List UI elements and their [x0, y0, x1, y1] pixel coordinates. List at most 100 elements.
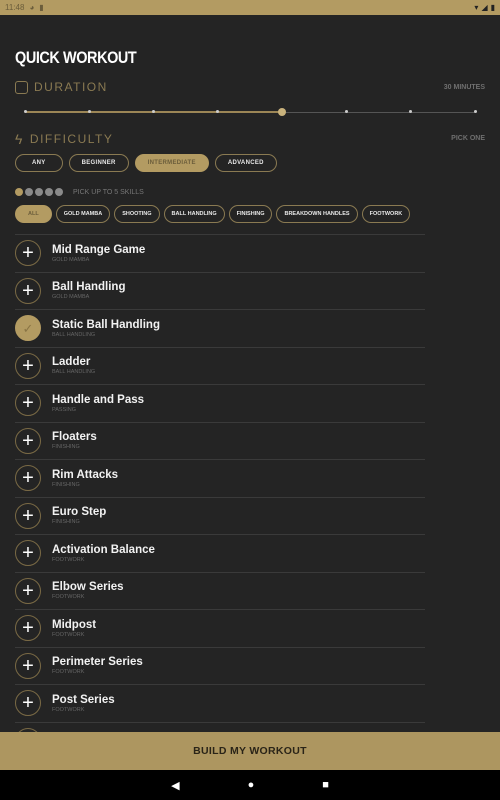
list-item[interactable]: + Post Series FOOTWORK	[15, 684, 425, 722]
skill-counter: PICK UP TO 5 SKILLS	[15, 188, 144, 196]
list-item[interactable]: + Midpost FOOTWORK	[15, 609, 425, 647]
plus-icon[interactable]: +	[15, 240, 41, 267]
list-item[interactable]: + Floaters FINISHING	[15, 421, 425, 460]
list-item[interactable]: + Handle and Pass PASSING	[15, 384, 425, 422]
list-item[interactable]: + Mid Range Game GOLD MAMBA	[15, 234, 425, 272]
drill-category: GOLD MAMBA	[52, 256, 90, 263]
difficulty-chip[interactable]: BEGINNER	[68, 154, 129, 172]
battery-icon: ▮	[490, 3, 495, 12]
status-bar: 11:48 ◕ ▮ ▾ ◢ ▮	[0, 0, 500, 15]
drill-name: Post Series	[52, 693, 115, 706]
plus-icon[interactable]: +	[15, 615, 41, 642]
skill-filter-chip[interactable]: ALL	[15, 205, 52, 223]
recents-icon[interactable]: ■	[322, 779, 329, 791]
difficulty-chip[interactable]: ADVANCED	[214, 154, 277, 172]
plus-icon[interactable]: +	[15, 652, 41, 679]
slider-stop	[87, 110, 91, 113]
skill-slot-dot	[55, 188, 63, 196]
difficulty-header: ϟ DIFFICULTY	[15, 131, 113, 147]
drill-category: FINISHING	[52, 444, 80, 451]
drill-text: Rim Attacks FINISHING	[52, 469, 118, 488]
plus-icon[interactable]: +	[15, 465, 41, 492]
drill-name: Static Ball Handling	[52, 318, 160, 331]
drill-text: Activation Balance FOOTWORK	[52, 544, 155, 563]
difficulty-hint: PICK ONE	[451, 135, 485, 142]
drill-name: Ladder	[52, 356, 91, 369]
drill-text: Perimeter Series FOOTWORK	[52, 656, 143, 675]
list-item[interactable]: + Perimeter Series FOOTWORK	[15, 646, 425, 685]
list-item-partial	[15, 721, 425, 732]
skill-slot-dot	[35, 188, 43, 196]
duration-value: 30 MINUTES	[443, 84, 485, 91]
list-item[interactable]: + Rim Attacks FINISHING	[15, 459, 425, 497]
slider-thumb[interactable]	[278, 108, 287, 116]
skill-slot-dot	[45, 188, 53, 196]
plus-icon[interactable]: +	[15, 502, 41, 529]
skill-slot-dot	[25, 188, 33, 196]
difficulty-options: ANY BEGINNER INTERMEDIATE ADVANCED	[15, 154, 277, 172]
difficulty-chip[interactable]: INTERMEDIATE	[134, 154, 209, 172]
skill-filter-chip[interactable]: BALL HANDLING	[163, 205, 225, 223]
slider-stop	[23, 110, 27, 113]
skill-filter-chip[interactable]: FINISHING	[228, 205, 273, 223]
drill-name: Activation Balance	[52, 543, 155, 556]
drill-category: FOOTWORK	[52, 594, 85, 601]
skills-hint: PICK UP TO 5 SKILLS	[73, 188, 144, 196]
skill-filter-chip[interactable]: BREAKDOWN HANDLES	[276, 205, 358, 223]
check-icon[interactable]: ✓	[15, 315, 41, 342]
page-title: QUICK WORKOUT	[15, 48, 137, 67]
status-time: 11:48	[5, 3, 25, 12]
drill-category: FOOTWORK	[52, 556, 85, 563]
drill-text: Handle and Pass PASSING	[52, 394, 144, 413]
skill-filter-chip[interactable]: GOLD MAMBA	[55, 205, 111, 223]
plus-icon[interactable]: +	[15, 427, 41, 454]
skill-filter-chip[interactable]: FOOTWORK	[361, 205, 411, 223]
signal-icon: ◢	[481, 3, 488, 12]
drill-category: PASSING	[52, 406, 77, 413]
build-workout-button[interactable]: BUILD MY WORKOUT	[0, 732, 500, 770]
difficulty-label: DIFFICULTY	[29, 132, 114, 146]
drill-name: Euro Step	[52, 506, 107, 519]
drill-category: FOOTWORK	[52, 631, 85, 638]
back-icon[interactable]: ◀	[171, 779, 179, 792]
app-notification-icon: ◕	[29, 3, 35, 12]
list-item[interactable]: + Ball Handling GOLD MAMBA	[15, 271, 425, 310]
home-icon[interactable]: ●	[248, 779, 255, 791]
difficulty-chip[interactable]: ANY	[15, 154, 63, 172]
plus-icon[interactable]: +	[15, 690, 41, 717]
drill-list: + Mid Range Game GOLD MAMBA + Ball Handling G…	[15, 234, 425, 732]
drill-name: Mid Range Game	[52, 243, 146, 256]
drill-category: BALL HANDLING	[52, 369, 96, 376]
list-item[interactable]: + Elbow Series FOOTWORK	[15, 571, 425, 610]
drill-text: Mid Range Game GOLD MAMBA	[52, 244, 145, 263]
duration-header: DURATION	[15, 80, 108, 94]
drill-category: FINISHING	[52, 519, 80, 526]
plus-icon[interactable]: +	[15, 277, 41, 304]
plus-icon[interactable]: +	[15, 577, 41, 604]
drill-category: FOOTWORK	[52, 706, 85, 713]
drill-text: Midpost FOOTWORK	[52, 619, 96, 638]
drill-name: Elbow Series	[52, 581, 124, 594]
plus-icon[interactable]: +	[15, 390, 41, 417]
drill-category: BALL HANDLING	[52, 331, 96, 338]
drill-category: FOOTWORK	[52, 669, 85, 676]
drill-text: Ladder BALL HANDLING	[52, 356, 95, 375]
list-item[interactable]: + Activation Balance FOOTWORK	[15, 534, 425, 572]
drill-name: Perimeter Series	[52, 656, 143, 669]
drill-name: Floaters	[52, 431, 97, 444]
system-nav-bar: ◀ ● ■	[0, 770, 500, 800]
drill-text: Ball Handling GOLD MAMBA	[52, 281, 125, 300]
drill-name: Midpost	[52, 618, 97, 631]
skill-slot-dot	[15, 188, 23, 196]
drill-category: GOLD MAMBA	[52, 294, 90, 301]
drill-text: Floaters FINISHING	[52, 431, 97, 450]
skill-filter-chip[interactable]: SHOOTING	[114, 205, 160, 223]
plus-icon[interactable]: +	[15, 540, 41, 567]
list-item[interactable]: + Euro Step FINISHING	[15, 496, 425, 535]
plus-icon[interactable]: +	[15, 352, 41, 379]
duration-slider[interactable]	[23, 108, 477, 116]
list-item[interactable]: + Ladder BALL HANDLING	[15, 346, 425, 385]
drill-text: Euro Step FINISHING	[52, 506, 106, 525]
list-item[interactable]: ✓ Static Ball Handling BALL HANDLING	[15, 309, 425, 347]
alarm-clock-icon	[15, 80, 28, 94]
